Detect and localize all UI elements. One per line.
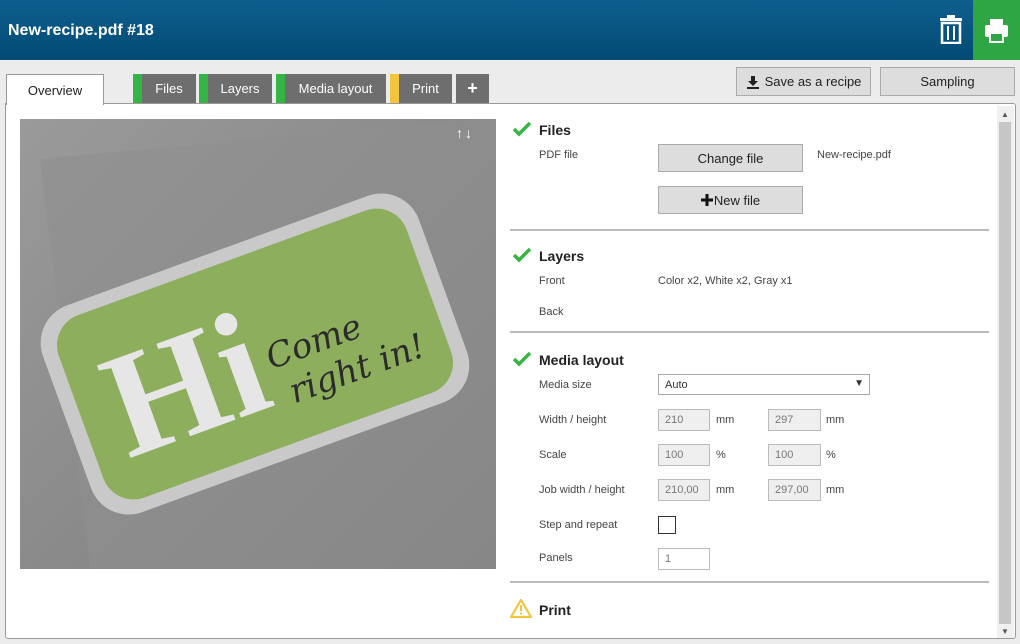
section-divider: [510, 581, 989, 583]
printer-icon: [985, 19, 1008, 43]
status-bar: [133, 74, 142, 103]
print-button[interactable]: [973, 0, 1020, 60]
height-input[interactable]: [768, 409, 821, 431]
print-title: Print: [539, 602, 571, 618]
tab-layers[interactable]: Layers: [199, 74, 272, 103]
reorder-arrows[interactable]: ↑↓: [456, 125, 474, 141]
back-label: Back: [539, 306, 564, 318]
pdf-filename: New-recipe.pdf: [817, 149, 891, 161]
tab-label: Media layout: [298, 81, 373, 96]
check-icon: [512, 351, 532, 367]
job-height-input[interactable]: [768, 479, 821, 501]
vertical-scrollbar[interactable]: ▲ ▼: [997, 106, 1014, 638]
scale-y-unit: %: [826, 449, 836, 461]
tab-label: Files: [155, 81, 183, 96]
add-tab-button[interactable]: +: [456, 74, 489, 103]
page-title: New-recipe.pdf #18: [8, 22, 154, 39]
new-file-label: New file: [713, 192, 761, 208]
step-repeat-checkbox[interactable]: [658, 516, 676, 534]
tab-label: Layers: [220, 81, 260, 96]
width-input[interactable]: [658, 409, 710, 431]
front-value: Color x2, White x2, Gray x1: [658, 275, 793, 287]
tab-overview[interactable]: Overview: [6, 74, 104, 105]
save-as-recipe-button[interactable]: Save as a recipe: [736, 67, 871, 96]
change-file-button[interactable]: Change file: [658, 144, 803, 172]
panels-label: Panels: [539, 552, 573, 564]
job-width-input[interactable]: [658, 479, 710, 501]
plus-icon: [700, 194, 713, 206]
tab-files[interactable]: Files: [133, 74, 196, 103]
job-height-unit: mm: [826, 484, 845, 496]
step-repeat-label: Step and repeat: [539, 519, 618, 531]
section-divider: [510, 229, 989, 231]
check-icon: [512, 121, 532, 137]
status-bar: [199, 74, 208, 103]
trash-icon[interactable]: [938, 14, 964, 45]
tab-media-layout[interactable]: Media layout: [276, 74, 386, 103]
media-layout-title: Media layout: [539, 352, 624, 368]
job-width-height-label: Job width / height: [539, 484, 625, 496]
files-title: Files: [539, 122, 571, 138]
panels-input[interactable]: [658, 548, 710, 570]
pdf-file-label: PDF file: [539, 149, 579, 161]
media-size-select[interactable]: Auto ▼: [658, 374, 870, 395]
tab-print[interactable]: Print: [390, 74, 452, 103]
chevron-down-icon: ▼: [854, 378, 864, 389]
plus-icon: +: [467, 78, 478, 98]
width-unit: mm: [716, 414, 735, 426]
download-icon: [746, 75, 759, 89]
job-width-unit: mm: [716, 484, 735, 496]
width-height-label: Width / height: [539, 414, 607, 426]
front-label: Front: [539, 275, 565, 287]
layers-title: Layers: [539, 248, 585, 264]
scale-x-input[interactable]: [658, 444, 710, 466]
warning-icon: [510, 599, 532, 618]
section-divider: [510, 331, 989, 333]
change-file-label: Change file: [697, 150, 764, 166]
tab-label: Overview: [27, 82, 83, 98]
sampling-button[interactable]: Sampling: [880, 67, 1015, 96]
status-bar: [276, 74, 285, 103]
scale-y-input[interactable]: [768, 444, 821, 466]
scroll-up-icon[interactable]: ▲: [1001, 110, 1009, 119]
tab-label: Print: [412, 81, 439, 96]
scrollbar-thumb[interactable]: [999, 122, 1011, 624]
status-bar: [390, 74, 399, 103]
save-as-recipe-label: Save as a recipe: [764, 74, 862, 89]
height-unit: mm: [826, 414, 845, 426]
scale-label: Scale: [539, 449, 567, 461]
media-size-label: Media size: [539, 379, 592, 391]
title-bar: New-recipe.pdf #18: [0, 0, 1020, 60]
media-size-value: Auto: [665, 379, 688, 391]
sampling-label: Sampling: [920, 74, 975, 89]
check-icon: [512, 247, 532, 263]
new-file-button[interactable]: New file: [658, 186, 803, 214]
scale-x-unit: %: [716, 449, 726, 461]
scroll-down-icon[interactable]: ▼: [1001, 627, 1009, 636]
preview-image: Hi Come right in!: [20, 119, 496, 569]
